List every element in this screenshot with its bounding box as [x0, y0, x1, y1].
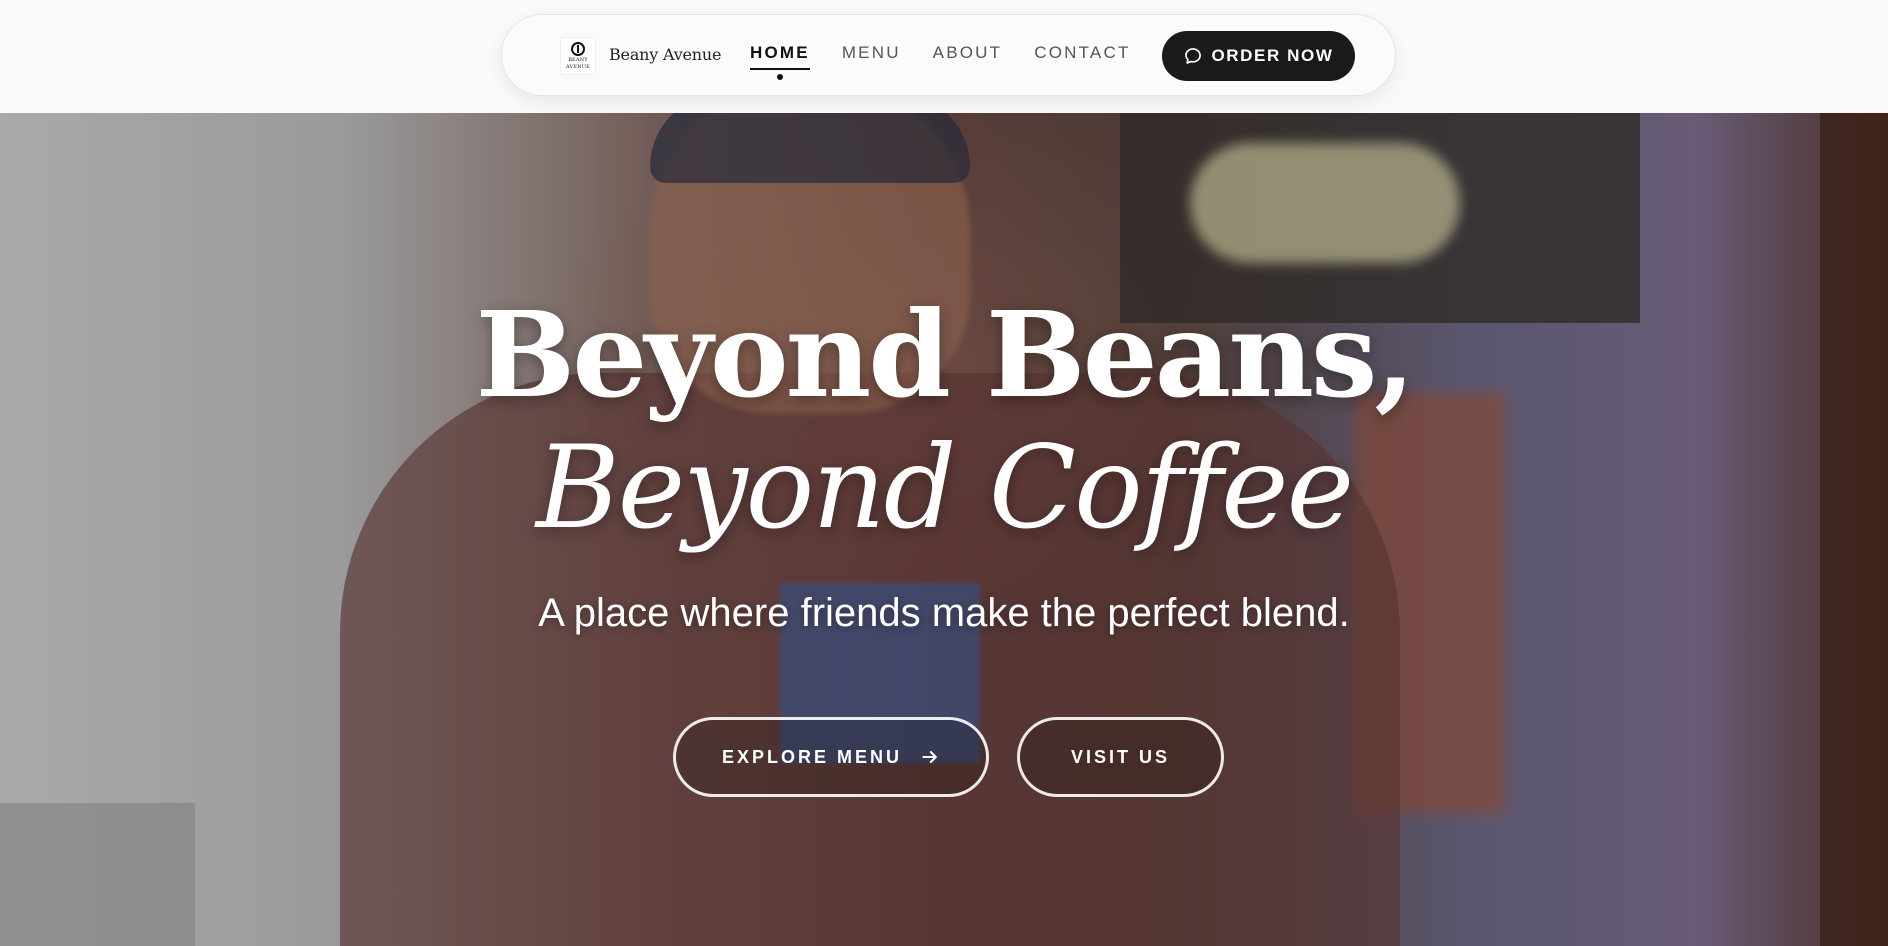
brand-name[interactable]: Beany Avenue: [609, 45, 721, 64]
explore-menu-button[interactable]: EXPLORE MENU: [673, 717, 989, 797]
nav-item-label: MENU: [841, 43, 901, 62]
visit-us-label: VISIT US: [1070, 746, 1170, 767]
arrow-right-icon: [922, 751, 937, 763]
brand-logo[interactable]: BEANY AVENUE: [560, 37, 596, 75]
visit-us-button[interactable]: VISIT US: [1017, 717, 1224, 797]
nav-item-menu[interactable]: MENU: [842, 43, 901, 63]
nav-item-about[interactable]: ABOUT: [933, 43, 1003, 63]
nav-item-home[interactable]: HOME: [750, 43, 810, 80]
coffee-bean-icon: [571, 42, 585, 56]
nav-item-label: CONTACT: [1034, 43, 1131, 62]
nav-item-contact[interactable]: CONTACT: [1034, 43, 1130, 63]
nav-links: HOME MENU ABOUT CONTACT: [750, 43, 1163, 80]
logo-text-top: BEANY: [568, 57, 588, 63]
hero-title-line-2: Beyond Coffee: [535, 421, 1354, 554]
top-navigation-bar: BEANY AVENUE Beany Avenue HOME MENU ABOU…: [0, 0, 1888, 113]
hero-section: Beyond Beans, Beyond Coffee A place wher…: [0, 113, 1888, 946]
explore-menu-label: EXPLORE MENU: [721, 746, 903, 767]
logo-text-bottom: AVENUE: [565, 64, 591, 70]
nav-item-label: ABOUT: [932, 43, 1003, 62]
order-now-label: ORDER NOW: [1211, 46, 1334, 65]
hero-subtitle: A place where friends make the perfect b…: [538, 591, 1350, 635]
chat-bubble-icon: [1185, 48, 1202, 64]
active-underline: [750, 68, 810, 70]
hero-title-line-1: Beyond Beans,: [475, 285, 1415, 424]
nav-pill: BEANY AVENUE Beany Avenue HOME MENU ABOU…: [501, 14, 1396, 96]
nav-item-label: HOME: [750, 43, 810, 62]
active-dot-indicator: [776, 74, 783, 80]
order-now-button[interactable]: ORDER NOW: [1162, 31, 1355, 81]
